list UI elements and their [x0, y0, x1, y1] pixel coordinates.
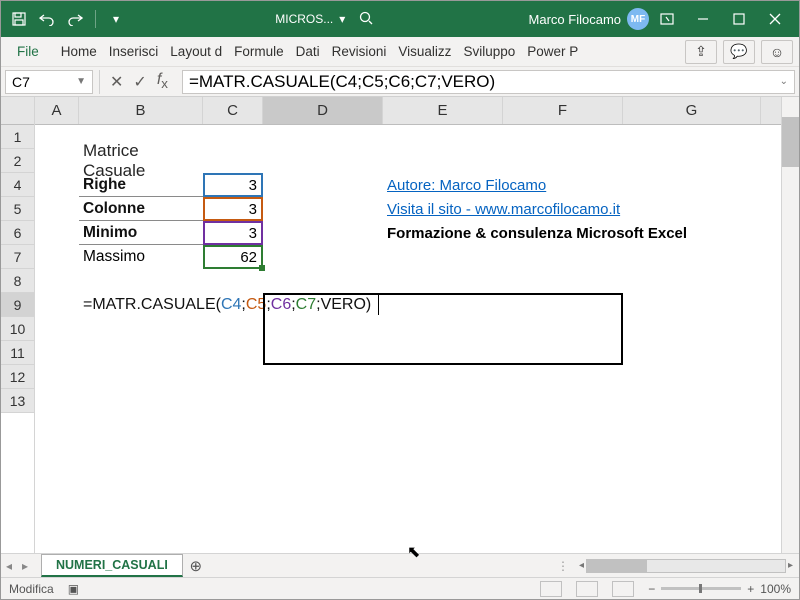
- tab-nav-next-icon[interactable]: ▸: [17, 559, 33, 573]
- avatar[interactable]: MF: [627, 8, 649, 30]
- tab-nav-prev-icon[interactable]: ◂: [1, 559, 17, 573]
- vertical-scrollbar[interactable]: [781, 97, 799, 553]
- label-righe[interactable]: Righe: [79, 173, 203, 197]
- tab-file[interactable]: File: [11, 37, 45, 66]
- formula-bar[interactable]: =MATR.CASUALE(C4;C5;C6;C7;VERO) ⌄: [182, 70, 795, 94]
- col-header[interactable]: F: [503, 97, 623, 124]
- fx-icon[interactable]: fx: [157, 71, 168, 91]
- horizontal-scrollbar[interactable]: ⋮ ◂ ▸: [209, 559, 799, 573]
- search-icon[interactable]: [359, 11, 373, 28]
- value-righe[interactable]: 3: [203, 173, 263, 197]
- row-headers: 1 2 4 5 6 7 8 9 10 11 12 13: [1, 97, 35, 553]
- text-cursor: [378, 295, 379, 315]
- ribbon-options-icon[interactable]: [649, 5, 685, 33]
- enter-formula-icon[interactable]: ✓: [133, 72, 146, 92]
- view-pagebreak-icon[interactable]: [612, 581, 634, 597]
- row-header[interactable]: 7: [1, 245, 34, 269]
- info-text[interactable]: Formazione & consulenza Microsoft Excel: [383, 221, 781, 245]
- macro-recorder-icon[interactable]: ▣: [68, 582, 79, 596]
- tab-layout[interactable]: Layout d: [164, 37, 228, 66]
- tab-review[interactable]: Revisioni: [326, 37, 393, 66]
- label-colonne[interactable]: Colonne: [79, 197, 203, 221]
- col-header[interactable]: C: [203, 97, 263, 124]
- minimize-icon[interactable]: [685, 5, 721, 33]
- ribbon-tabs: File Home Inserisci Layout d Formule Dat…: [1, 37, 799, 67]
- col-header[interactable]: D: [263, 97, 383, 124]
- status-bar: Modifica ▣ − + 100%: [1, 577, 799, 599]
- row-header[interactable]: 8: [1, 269, 34, 293]
- site-link[interactable]: Visita il sito - www.marcofilocamo.it: [383, 197, 733, 221]
- help-icon[interactable]: ☺: [761, 40, 793, 64]
- zoom-level[interactable]: 100%: [760, 582, 791, 596]
- expand-formula-icon[interactable]: ⌄: [780, 76, 788, 87]
- author-link[interactable]: Autore: Marco Filocamo: [383, 173, 683, 197]
- sheet-title[interactable]: Matrice Casuale: [79, 149, 203, 173]
- tab-formulas[interactable]: Formule: [228, 37, 290, 66]
- row-header[interactable]: 10: [1, 317, 34, 341]
- tab-home[interactable]: Home: [55, 37, 103, 66]
- col-header[interactable]: B: [79, 97, 203, 124]
- share-icon[interactable]: ⇪: [685, 40, 717, 64]
- value-massimo[interactable]: 62: [203, 245, 263, 269]
- redo-icon[interactable]: [63, 7, 87, 31]
- add-sheet-icon[interactable]: ⊕: [183, 557, 209, 575]
- name-box-value: C7: [12, 74, 30, 90]
- view-normal-icon[interactable]: [540, 581, 562, 597]
- column-headers: A B C D E F G: [35, 97, 781, 125]
- cell-grid[interactable]: Matrice Casuale Righe 3 Autore: Marco Fi…: [35, 125, 781, 553]
- sheet-tabs-row: ◂ ▸ NUMERI_CASUALI ⊕ ⋮ ◂ ▸: [1, 553, 799, 577]
- chevron-down-icon[interactable]: ▼: [76, 76, 86, 87]
- col-header[interactable]: A: [35, 97, 79, 124]
- title-dropdown-icon[interactable]: ▾: [339, 12, 345, 26]
- tab-data[interactable]: Dati: [290, 37, 326, 66]
- cancel-formula-icon[interactable]: ✕: [110, 72, 123, 92]
- status-mode: Modifica: [9, 582, 54, 596]
- qat-customize-icon[interactable]: ▾: [104, 7, 128, 31]
- row-header[interactable]: 4: [1, 173, 34, 197]
- col-header[interactable]: G: [623, 97, 761, 124]
- col-header[interactable]: E: [383, 97, 503, 124]
- formula-bar-text: =MATR.CASUALE(C4;C5;C6;C7;VERO): [189, 72, 495, 92]
- tab-insert[interactable]: Inserisci: [103, 37, 165, 66]
- tab-developer[interactable]: Sviluppo: [457, 37, 521, 66]
- document-title: MICROS...: [275, 12, 333, 26]
- formula-bar-row: C7 ▼ ✕ ✓ fx =MATR.CASUALE(C4;C5;C6;C7;VE…: [1, 67, 799, 97]
- formula-display[interactable]: =MATR.CASUALE(C4;C5;C6;C7;VERO): [79, 293, 579, 317]
- undo-icon[interactable]: [35, 7, 59, 31]
- zoom-control[interactable]: − + 100%: [648, 582, 791, 596]
- row-header[interactable]: 12: [1, 365, 34, 389]
- row-header[interactable]: 11: [1, 341, 34, 365]
- name-box[interactable]: C7 ▼: [5, 70, 93, 94]
- zoom-slider[interactable]: [661, 587, 741, 590]
- comments-icon[interactable]: 💬: [723, 40, 755, 64]
- value-colonne[interactable]: 3: [203, 197, 263, 221]
- maximize-icon[interactable]: [721, 5, 757, 33]
- zoom-out-icon[interactable]: −: [648, 582, 655, 596]
- close-icon[interactable]: [757, 5, 793, 33]
- tab-view[interactable]: Visualizz: [392, 37, 457, 66]
- label-minimo[interactable]: Minimo: [79, 221, 203, 245]
- view-pagelayout-icon[interactable]: [576, 581, 598, 597]
- user-name[interactable]: Marco Filocamo: [529, 12, 621, 27]
- sheet-tab[interactable]: NUMERI_CASUALI: [41, 554, 183, 577]
- value-minimo[interactable]: 3: [203, 221, 263, 245]
- row-header[interactable]: 13: [1, 389, 34, 413]
- title-bar: ▾ MICROS... ▾ Marco Filocamo MF: [1, 1, 799, 37]
- row-header[interactable]: 6: [1, 221, 34, 245]
- row-header[interactable]: 1: [1, 125, 34, 149]
- zoom-in-icon[interactable]: +: [747, 582, 754, 596]
- save-icon[interactable]: [7, 7, 31, 31]
- row-header[interactable]: 5: [1, 197, 34, 221]
- row-header[interactable]: 2: [1, 149, 34, 173]
- label-massimo[interactable]: Massimo: [79, 245, 203, 269]
- tab-powerpivot[interactable]: Power P: [521, 37, 584, 66]
- row-header[interactable]: 9: [1, 293, 34, 317]
- select-all-corner[interactable]: [1, 97, 34, 125]
